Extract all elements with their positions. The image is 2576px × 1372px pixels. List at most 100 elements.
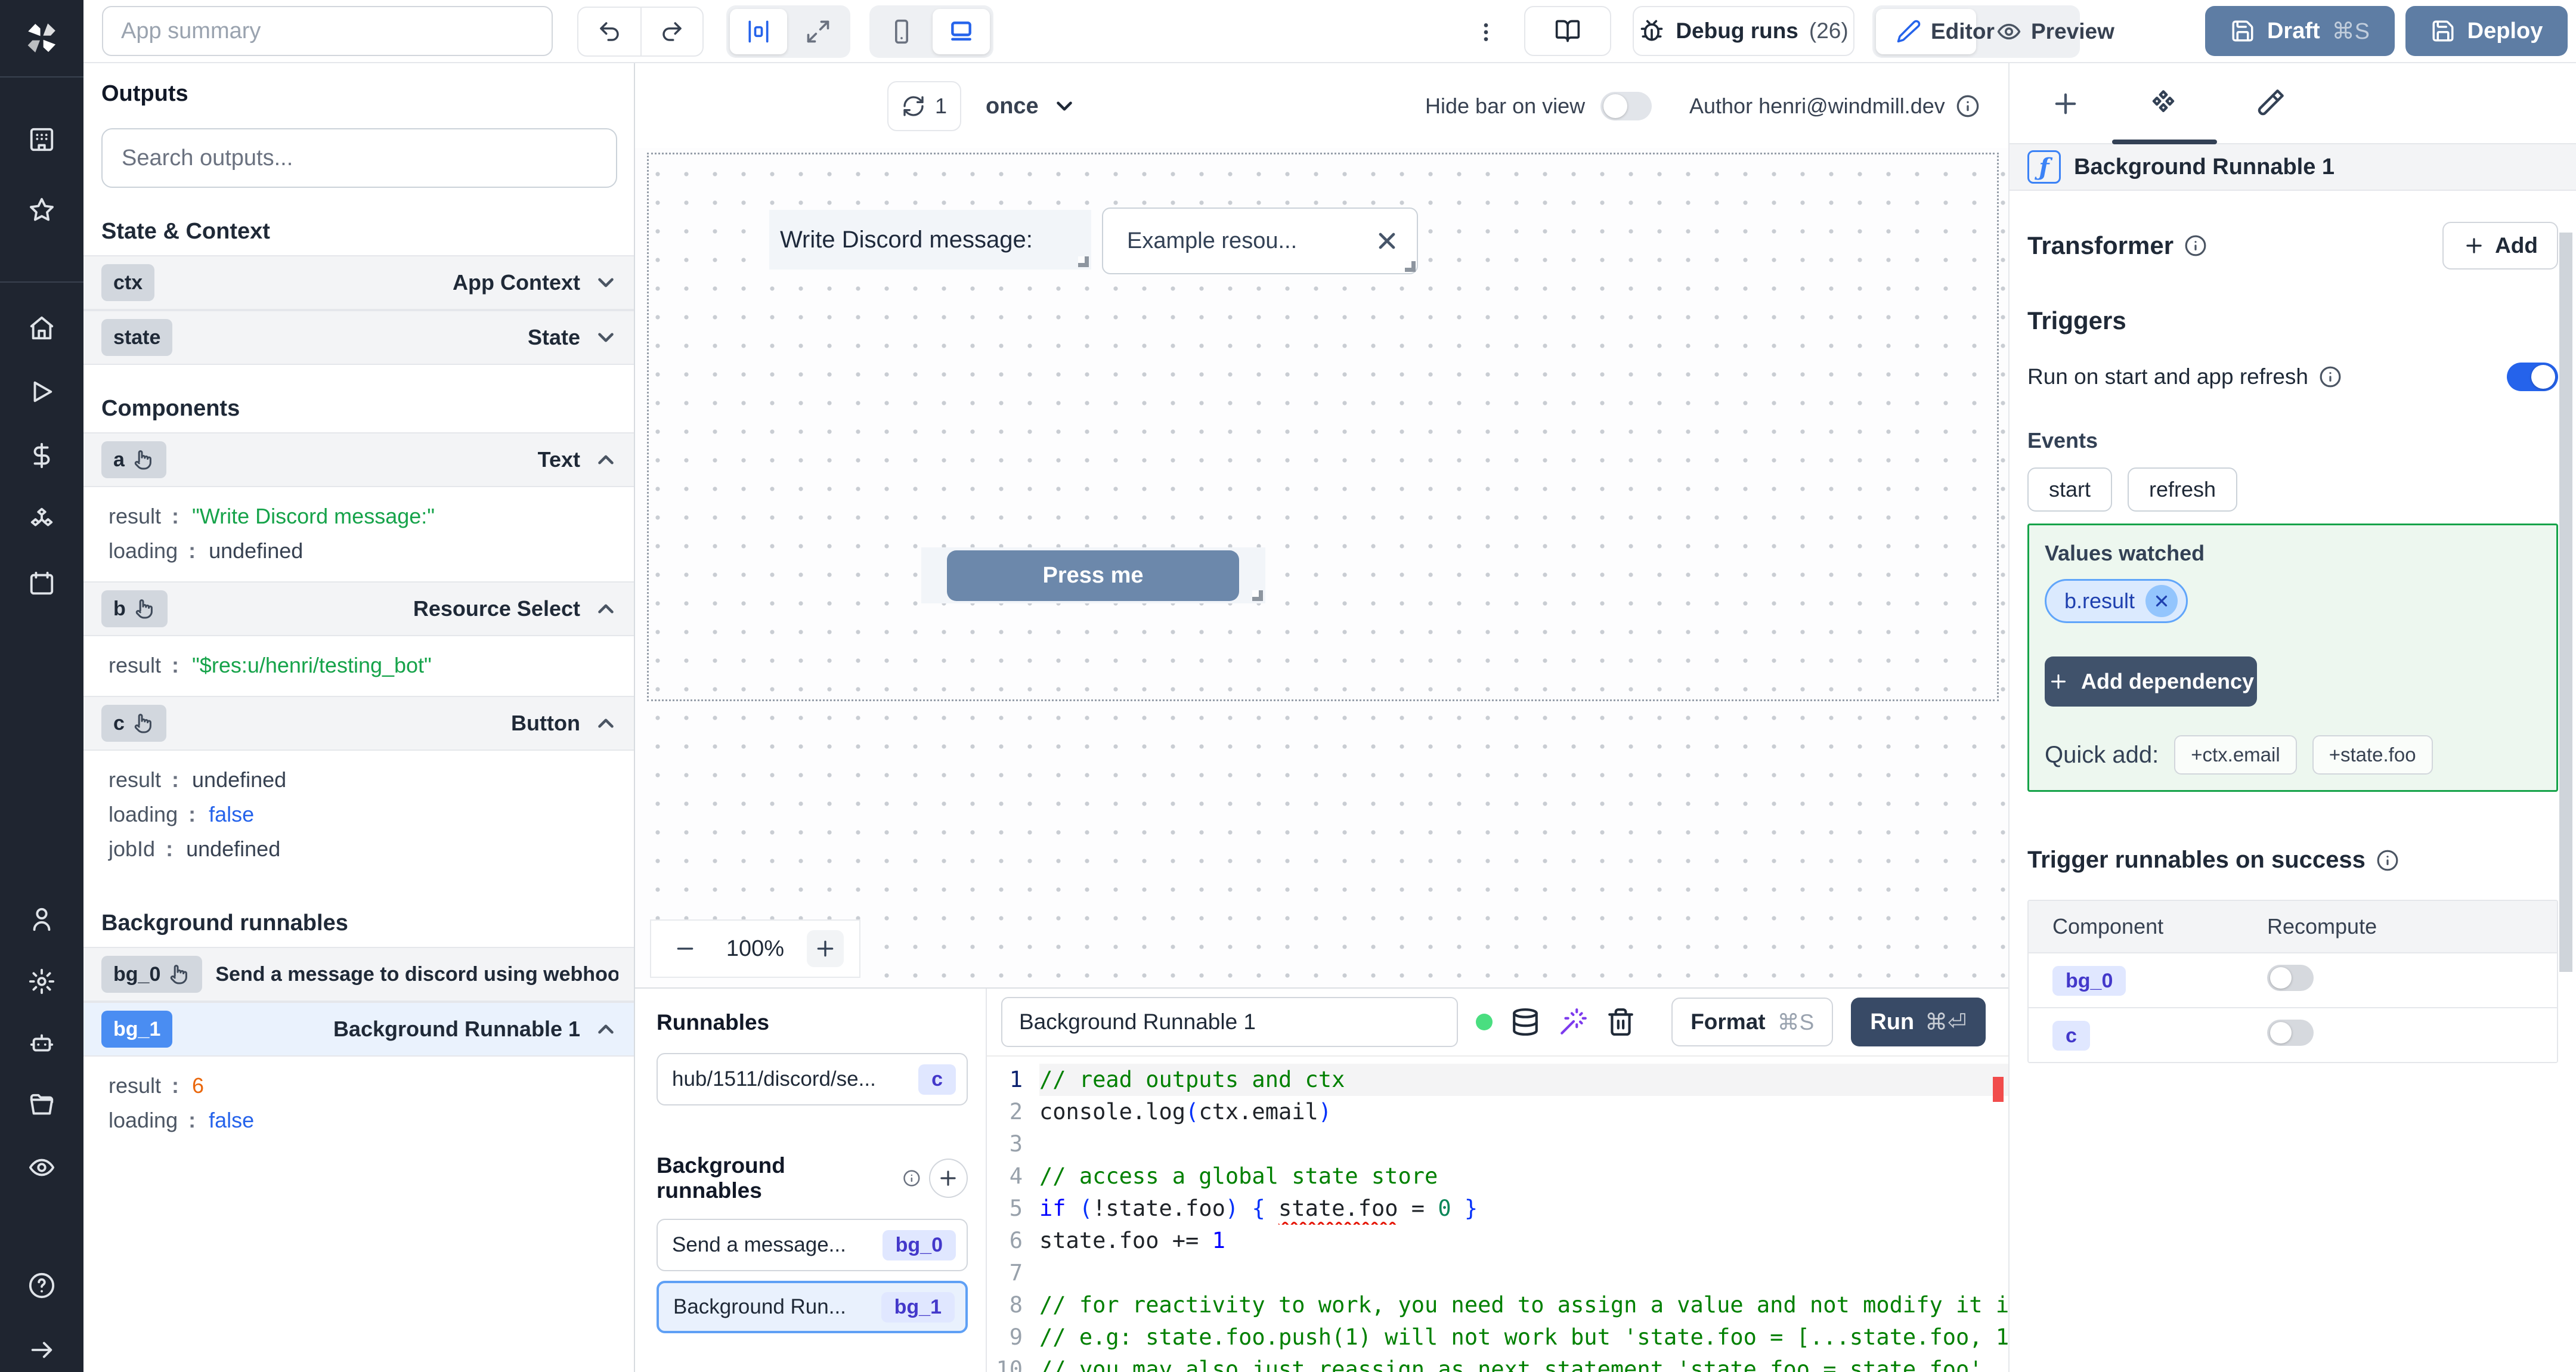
section-title: State & Context: [101, 219, 270, 244]
component-chip: bg_0: [2052, 966, 2126, 996]
database-icon[interactable]: [1510, 1007, 1540, 1037]
output-row-bg_0[interactable]: bg_0 Send a message to discord using webh…: [83, 947, 634, 1002]
sidebar-item-home[interactable]: [19, 305, 64, 351]
component-id-badge[interactable]: bg_1: [101, 1011, 173, 1048]
tab-editor[interactable]: Editor: [1876, 9, 1995, 54]
quick-add-chip[interactable]: +ctx.email: [2174, 735, 2297, 775]
info-icon: [903, 1169, 921, 1187]
sidebar-item-audit-logs[interactable]: [19, 1145, 64, 1190]
add-dependency-button[interactable]: Add dependency: [2045, 656, 2257, 707]
sidebar-item-user[interactable]: [19, 897, 64, 942]
debug-runs-label: Debug runs: [1676, 18, 1798, 43]
code-editor[interactable]: 1// read outputs and ctx 2 console.log(ct…: [987, 1055, 2008, 1372]
recompute-toggle[interactable]: [2267, 964, 2314, 991]
undo-button[interactable]: [578, 8, 640, 55]
app-canvas[interactable]: Write Discord message: Example resou... …: [635, 148, 2008, 987]
text-component-a[interactable]: Write Discord message:: [769, 210, 1091, 270]
sidebar-item-apps[interactable]: [19, 117, 64, 162]
runnable-item-c[interactable]: hub/1511/discord/se... c: [657, 1053, 968, 1105]
debug-runs-button[interactable]: Debug runs (26): [1633, 6, 1854, 56]
press-me-button[interactable]: Press me: [947, 550, 1239, 601]
remove-dependency-button[interactable]: [2145, 585, 2178, 617]
hide-bar-toggle[interactable]: [1600, 92, 1652, 120]
outputs-search-input[interactable]: [101, 128, 617, 188]
run-on-start-setting: Run on start and app refresh: [2027, 363, 2558, 391]
output-row-b[interactable]: b Resource Select: [83, 581, 634, 636]
hide-bar-setting: Hide bar on view: [1425, 81, 1652, 131]
deploy-button[interactable]: Deploy: [2405, 6, 2568, 56]
recompute-toggle[interactable]: [2267, 1019, 2314, 1046]
code-line-7: 7: [987, 1257, 2008, 1289]
add-transformer-button[interactable]: Add: [2442, 222, 2558, 270]
sidebar-item-favorites[interactable]: [19, 187, 64, 233]
docs-button[interactable]: [1524, 6, 1611, 56]
component-id-badge[interactable]: c: [101, 705, 166, 742]
sidebar-item-settings[interactable]: [19, 959, 64, 1004]
desktop-view-button[interactable]: [933, 9, 990, 54]
format-button[interactable]: Format ⌘S: [1671, 998, 1834, 1046]
resize-handle[interactable]: [1078, 256, 1089, 267]
right-panel-scrollbar[interactable]: [2559, 233, 2572, 972]
expand-layout-button[interactable]: [789, 9, 847, 54]
help-icon: [28, 1272, 55, 1299]
sidebar-item-variables[interactable]: [19, 433, 64, 478]
mobile-view-button[interactable]: [873, 9, 930, 54]
component-settings-tab[interactable]: [2148, 88, 2179, 119]
output-row-a[interactable]: a Text: [83, 432, 634, 487]
output-row-bg_1[interactable]: bg_1 Background Runnable 1: [83, 1002, 634, 1057]
section-title: Background runnables: [101, 910, 348, 936]
output-row-c[interactable]: c Button: [83, 696, 634, 751]
main-sidebar: [0, 0, 83, 1372]
output-row-ctx[interactable]: ctx App Context: [83, 255, 634, 310]
runnable-item-bg_0[interactable]: Send a message... bg_0: [657, 1219, 968, 1271]
clear-selection-icon[interactable]: [1374, 228, 1400, 254]
resize-handle[interactable]: [1405, 261, 1416, 272]
add-component-tab[interactable]: [2050, 88, 2081, 119]
runnable-item-bg_1[interactable]: Background Run... bg_1: [657, 1281, 968, 1333]
component-id-badge[interactable]: b: [101, 590, 168, 627]
zoom-in-button[interactable]: [807, 930, 844, 967]
sidebar-item-resources[interactable]: [19, 497, 64, 542]
sidebar-item-schedules[interactable]: [19, 560, 64, 606]
sidebar-item-expand-sidebar[interactable]: [19, 1327, 64, 1372]
run-button[interactable]: Run ⌘⏎: [1851, 998, 1986, 1046]
sidebar-item-folders[interactable]: [19, 1083, 64, 1128]
runnable-id-badge: c: [918, 1064, 956, 1095]
button-component-c[interactable]: Press me: [921, 547, 1265, 603]
run-on-start-toggle[interactable]: [2507, 363, 2558, 391]
resource-select-component-b[interactable]: Example resou...: [1102, 207, 1418, 274]
trash-icon[interactable]: [1606, 1007, 1636, 1037]
quick-add-chip[interactable]: +state.foo: [2312, 735, 2433, 775]
component-id-badge[interactable]: a: [101, 441, 166, 478]
output-row-state[interactable]: state State: [83, 310, 634, 365]
component-id-badge[interactable]: ctx: [101, 264, 155, 301]
center-layout-button[interactable]: [730, 9, 787, 54]
zoom-out-button[interactable]: [667, 930, 704, 967]
runnable-name-input[interactable]: [1001, 997, 1459, 1047]
refresh-mode-dropdown[interactable]: once: [986, 81, 1077, 131]
sidebar-item-help[interactable]: [19, 1263, 64, 1308]
redo-button[interactable]: [640, 8, 702, 55]
code-line-4: 4// access a global state store: [987, 1160, 2008, 1193]
styling-tab[interactable]: [2254, 88, 2285, 119]
sidebar-item-workers[interactable]: [19, 1021, 64, 1066]
app-summary-input[interactable]: [102, 6, 553, 56]
component-id-badge[interactable]: state: [101, 319, 173, 356]
ai-wand-icon[interactable]: [1558, 1007, 1588, 1037]
component-id-badge[interactable]: bg_0: [101, 956, 203, 993]
add-background-runnable-button[interactable]: [928, 1159, 968, 1198]
watched-value-chip[interactable]: b.result: [2045, 579, 2188, 623]
line-number: 5: [1009, 1196, 1023, 1221]
tab-preview[interactable]: Preview: [1976, 9, 2114, 54]
sidebar-item-runs[interactable]: [19, 369, 64, 414]
favorites-icon: [28, 196, 55, 224]
resize-handle[interactable]: [1252, 590, 1263, 601]
windmill-logo-icon[interactable]: [20, 17, 63, 60]
draft-button[interactable]: Draft ⌘S: [2205, 6, 2395, 56]
plus-icon: [2048, 671, 2069, 692]
more-menu-button[interactable]: [1468, 13, 1504, 51]
section-title: Components: [101, 396, 240, 421]
refresh-count-button[interactable]: 1: [887, 81, 961, 131]
folders-icon: [28, 1092, 55, 1119]
trigger-success-section: Trigger runnables on success: [2027, 847, 2558, 874]
